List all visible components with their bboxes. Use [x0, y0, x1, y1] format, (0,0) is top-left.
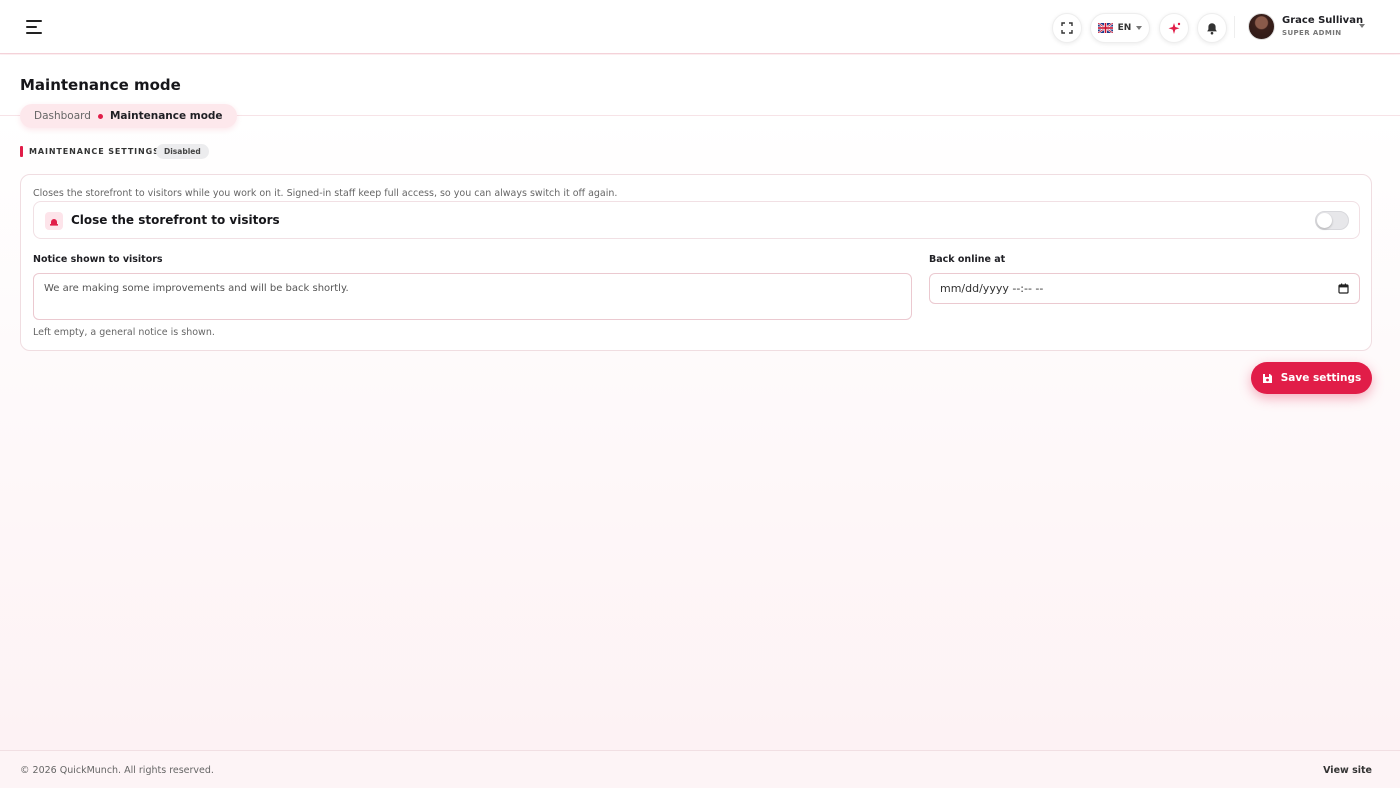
language-selector[interactable]: EN — [1090, 13, 1150, 43]
uk-flag-icon — [1097, 23, 1113, 33]
save-button-label: Save settings — [1280, 372, 1362, 384]
breadcrumb: Dashboard Maintenance mode — [20, 104, 237, 128]
ai-assistant-button[interactable] — [1159, 13, 1189, 43]
user-name[interactable]: Grace Sullivan — [1282, 15, 1363, 26]
top-bar: EN Grace Sullivan SUPER ADMIN — [0, 0, 1400, 54]
sparkle-icon — [1168, 22, 1180, 34]
section-title: MAINTENANCE SETTINGS — [29, 147, 160, 156]
breadcrumb-current: Maintenance mode — [109, 110, 223, 122]
notice-helper-text: Left empty, a general notice is shown. — [33, 327, 215, 338]
notice-label: Notice shown to visitors — [33, 254, 163, 265]
language-code: EN — [1117, 23, 1132, 33]
datetime-placeholder: mm/dd/yyyy --:-- -- — [940, 282, 1044, 295]
page-title: Maintenance mode — [20, 76, 181, 94]
view-site-link[interactable]: View site — [1323, 765, 1372, 776]
menu-toggle-icon[interactable] — [26, 20, 42, 34]
notifications-button[interactable] — [1197, 13, 1227, 43]
user-menu-chevron-icon[interactable] — [1359, 24, 1365, 28]
close-storefront-label: Close the storefront to visitors — [71, 213, 280, 227]
toggle-knob — [1317, 213, 1332, 228]
bell-icon — [1207, 22, 1217, 34]
chevron-down-icon — [1136, 26, 1143, 30]
header-divider — [1234, 16, 1235, 38]
section-accent-bar — [20, 146, 23, 157]
footer: © 2026 QuickMunch. All rights reserved. … — [0, 750, 1400, 788]
calendar-icon[interactable] — [1338, 283, 1349, 294]
fullscreen-button[interactable] — [1052, 13, 1082, 43]
siren-icon — [45, 212, 63, 230]
copyright-text: © 2026 QuickMunch. All rights reserved. — [20, 765, 214, 776]
close-storefront-row[interactable]: Close the storefront to visitors — [33, 201, 1360, 239]
card-description: Closes the storefront to visitors while … — [33, 188, 618, 199]
breadcrumb-separator — [97, 113, 103, 119]
notice-textarea[interactable]: We are making some improvements and will… — [33, 273, 912, 320]
avatar[interactable] — [1248, 13, 1275, 40]
status-badge: Disabled — [156, 144, 209, 159]
breadcrumb-dashboard-link[interactable]: Dashboard — [34, 110, 91, 122]
fullscreen-icon — [1061, 22, 1073, 34]
back-online-label: Back online at — [929, 254, 1006, 265]
close-storefront-toggle[interactable] — [1315, 211, 1349, 230]
user-role: SUPER ADMIN — [1282, 29, 1342, 37]
save-settings-button[interactable]: Save settings — [1251, 362, 1372, 394]
save-icon — [1262, 373, 1272, 383]
maintenance-settings-card: Closes the storefront to visitors while … — [20, 174, 1372, 351]
back-online-datetime-input[interactable]: mm/dd/yyyy --:-- -- — [929, 273, 1360, 304]
